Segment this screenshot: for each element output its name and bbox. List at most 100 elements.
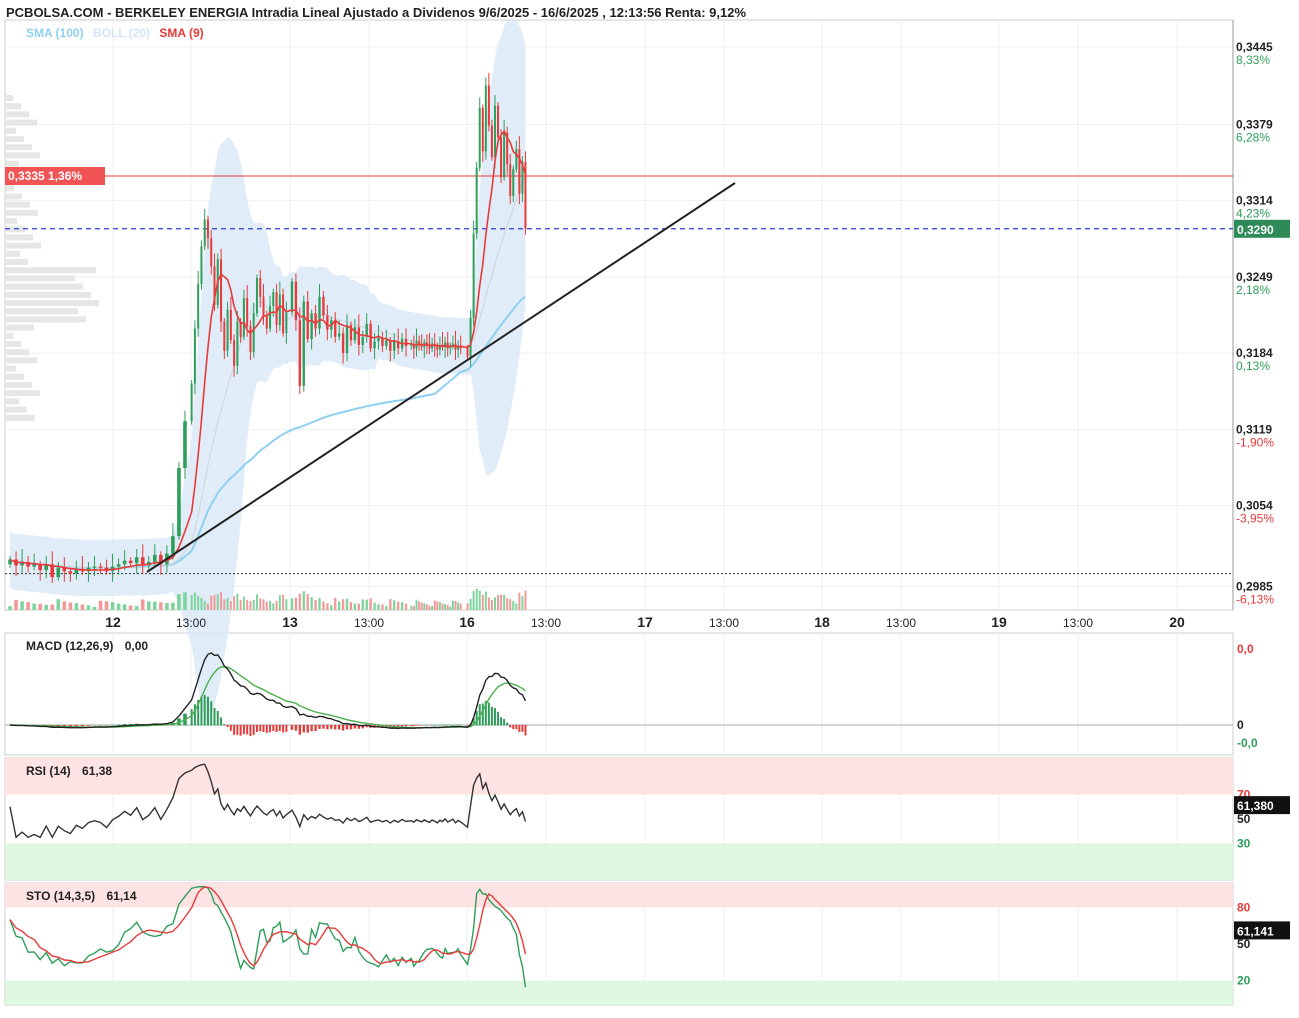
candle-body	[278, 294, 281, 325]
reference-price-label: 0,3335 1,36%	[8, 169, 82, 183]
volume-bar	[381, 604, 384, 610]
candle-body	[493, 105, 496, 158]
candle-body	[229, 309, 232, 341]
volume-profile-bar	[5, 185, 14, 192]
candle-body	[183, 421, 187, 469]
volume-profile-bar	[5, 357, 37, 364]
candle-body	[487, 85, 490, 126]
time-axis-label: 13:00	[709, 616, 739, 630]
macd-histogram-bar	[438, 724, 441, 726]
macd-line	[9, 652, 527, 730]
volume-profile-bar	[5, 414, 35, 421]
legend-sma100[interactable]: SMA (100)	[26, 26, 84, 40]
macd-histogram-bar	[306, 725, 309, 733]
macd-histogram-bar	[509, 725, 512, 728]
volume-bar	[436, 601, 439, 610]
candle-body	[171, 536, 175, 554]
volume-profile-bar	[5, 136, 24, 142]
volume-profile-bar	[5, 275, 75, 282]
volume-profile-bar	[5, 373, 24, 380]
rsi-overbought-zone	[5, 758, 1233, 795]
volume-bar	[389, 599, 392, 610]
macd-histogram-bar	[213, 707, 216, 726]
volume-bar	[32, 603, 36, 610]
legend-boll[interactable]: BOLL (20)	[93, 26, 150, 40]
candle-body	[246, 297, 249, 327]
macd-histogram-bar	[193, 704, 196, 726]
volume-bar	[326, 603, 329, 610]
rsi-oversold-zone	[5, 843, 1233, 880]
volume-bar	[239, 600, 242, 610]
macd-label: MACD (12,26,9) 0,00	[26, 639, 148, 653]
volume-bar	[50, 604, 55, 610]
volume-profile-bar	[5, 332, 13, 339]
candle-body	[393, 341, 396, 351]
sto-axis-label: 80	[1237, 900, 1251, 914]
price-tick-pct: 4,23%	[1236, 207, 1270, 221]
volume-bar	[512, 600, 515, 610]
volume-profile-bar	[5, 406, 27, 413]
price-tick-label: 0,3054	[1236, 499, 1273, 513]
candle-body	[294, 281, 298, 321]
legend-sma9[interactable]: SMA (9)	[159, 26, 203, 40]
macd-histogram-bar	[415, 725, 418, 726]
price-tick-label: 0,3249	[1236, 270, 1273, 284]
candle-body	[220, 259, 223, 322]
candle-body	[334, 320, 337, 337]
candle-body	[262, 296, 265, 317]
volume-bar	[249, 601, 252, 610]
macd-histogram-bar	[428, 725, 431, 726]
macd-histogram-bar	[233, 725, 236, 735]
volume-profile-bar	[5, 283, 83, 290]
macd-histogram-bar	[86, 725, 91, 726]
macd-histogram-bar	[404, 725, 408, 727]
volume-profile-bar	[5, 259, 28, 265]
volume-bar	[134, 605, 139, 610]
volume-bar	[190, 594, 193, 610]
volume-bar	[14, 599, 18, 610]
candle-body	[203, 219, 206, 247]
candle-body	[500, 137, 503, 178]
macd-histogram-bar	[330, 725, 333, 729]
macd-histogram-bar	[337, 725, 341, 730]
volume-bar	[377, 604, 380, 610]
price-tick-label: 0,3184	[1236, 346, 1273, 360]
candle-body	[249, 326, 252, 352]
last-price-badge-text: 0,3290	[1237, 223, 1274, 237]
volume-bar	[98, 600, 103, 610]
volume-bar	[282, 594, 285, 610]
candle-body	[226, 309, 229, 351]
time-axis-label: 16	[459, 614, 475, 630]
macd-histogram-bar	[252, 725, 255, 735]
volume-bar	[475, 588, 478, 610]
volume-bar	[92, 606, 97, 610]
candle-body	[275, 292, 278, 325]
macd-histogram-bar	[206, 696, 209, 726]
candle-body	[177, 468, 181, 537]
volume-profile-bar	[5, 349, 29, 356]
volume-bar	[294, 597, 298, 610]
macd-histogram-bar	[249, 725, 252, 737]
macd-histogram-bar	[255, 725, 258, 733]
candle-body	[56, 567, 61, 578]
macd-histogram-bar	[431, 724, 434, 726]
candle-body	[272, 292, 275, 307]
volume-bar	[521, 596, 524, 610]
candle-body	[193, 328, 196, 384]
candle-body	[236, 321, 239, 367]
volume-bar	[418, 601, 421, 610]
macd-histogram-bar	[80, 725, 85, 727]
macd-histogram-bar	[418, 725, 421, 726]
volume-bar	[369, 598, 372, 610]
volume-bar	[171, 602, 175, 610]
macd-histogram-bar	[441, 724, 444, 726]
candle-body	[92, 566, 97, 568]
volume-bar	[159, 602, 163, 610]
macd-histogram-bar	[425, 724, 428, 726]
macd-axis-label: 0	[1237, 718, 1244, 732]
volume-bar	[330, 605, 333, 610]
volume-bar	[412, 606, 415, 610]
volume-bar	[220, 592, 223, 610]
volume-bar	[223, 599, 226, 610]
macd-histogram-bar	[259, 725, 262, 732]
